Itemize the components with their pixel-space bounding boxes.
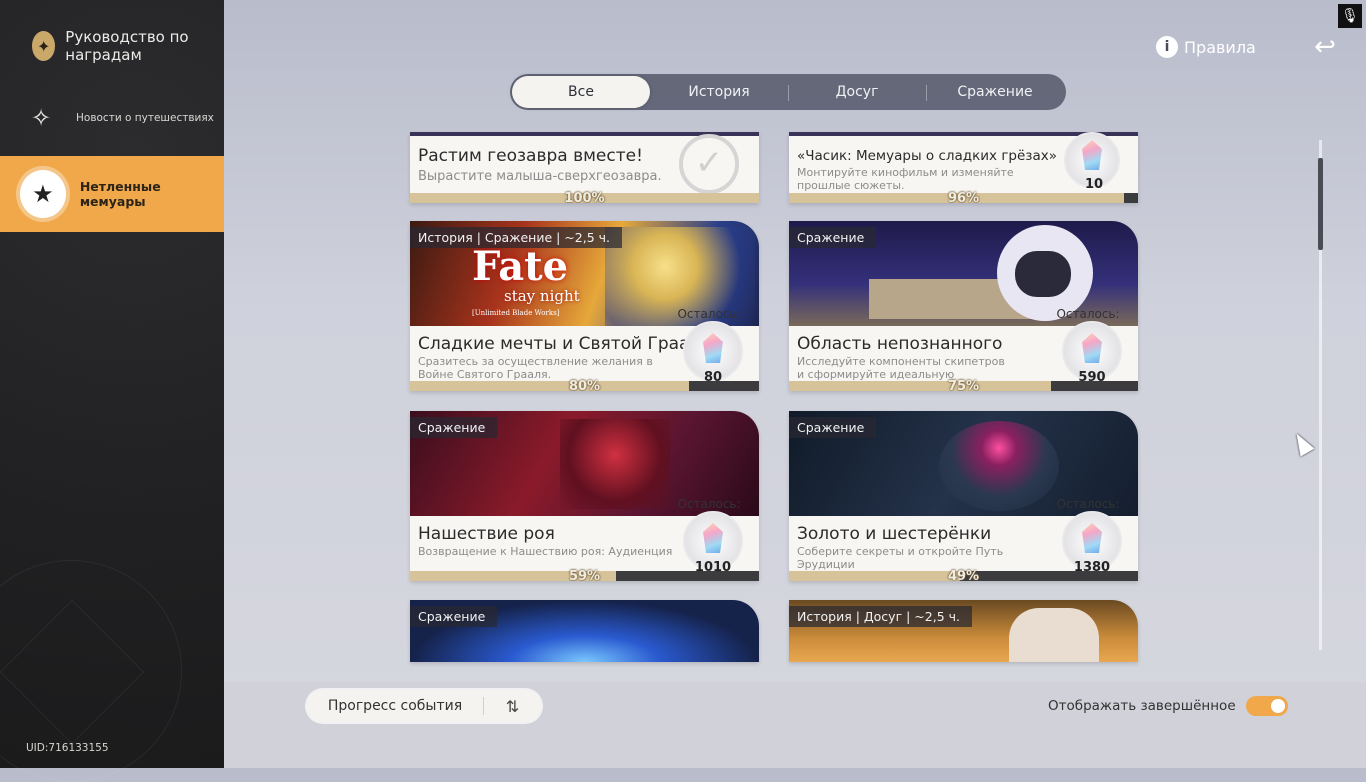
info-icon: i	[1156, 36, 1178, 58]
event-card[interactable]: Растим геозавра вместе! Вырастите малыша…	[410, 132, 759, 203]
crystal-gem-icon	[1082, 333, 1102, 363]
microphone-icon[interactable]: 🎙	[1338, 4, 1362, 28]
rules-button[interactable]: i Правила	[1156, 36, 1256, 58]
card-tags: Сражение	[789, 227, 877, 248]
remaining-label: Осталось:	[1056, 307, 1120, 321]
crystal-reward: 1380	[1062, 511, 1122, 575]
crystal-reward: 80	[683, 321, 743, 385]
event-card[interactable]: «Часик: Мемуары о сладких грёзах» Монтир…	[789, 132, 1138, 203]
tab-all[interactable]: Все	[512, 76, 650, 108]
toggle-knob	[1270, 699, 1285, 713]
card-title: Область непознанного	[797, 334, 1003, 354]
sidebar-item-label: Нетленные мемуары	[79, 179, 161, 209]
event-card[interactable]: История | Досуг | ~2,5 ч.	[789, 600, 1138, 662]
crystal-gem-icon	[703, 333, 723, 363]
scrollbar-thumb[interactable]	[1318, 158, 1323, 250]
sidebar-item-label: Новости о путешествиях	[76, 112, 214, 124]
card-title: Нашествие роя	[418, 524, 555, 544]
crystal-gem-icon	[1082, 140, 1102, 170]
machine-art	[939, 421, 1059, 511]
progress-percent: 75%	[947, 379, 980, 391]
progress-percent: 59%	[568, 569, 601, 581]
event-card[interactable]: Fate stay night [Unlimited Blade Works] …	[410, 221, 759, 391]
crystal-gem-icon	[703, 523, 723, 553]
remaining-label: Осталось:	[677, 307, 741, 321]
reward-display: Осталось: 1010	[677, 497, 743, 575]
show-completed-toggle[interactable]	[1245, 696, 1288, 716]
swarm-art	[560, 419, 670, 509]
card-tags: Сражение	[410, 417, 498, 438]
robot-face	[1015, 251, 1071, 297]
tab-story[interactable]: История	[650, 76, 788, 108]
crystal-reward: 590	[1062, 321, 1122, 385]
user-uid: UID:716133155	[26, 742, 109, 754]
remaining-label: Осталось:	[677, 497, 741, 511]
event-card[interactable]: Сражение Золото и шестерёнки Соберите се…	[789, 411, 1138, 581]
fate-logo-sub: stay night	[504, 287, 580, 305]
card-tags: История | Досуг | ~2,5 ч.	[789, 606, 972, 627]
event-card[interactable]: Сражение Область непознанного Исследуйте…	[789, 221, 1138, 391]
crystal-reward: 1010	[683, 511, 743, 575]
sidebar-title: ✦ Руководство по наградам	[32, 28, 224, 64]
reward-amount: 10	[1084, 177, 1104, 192]
card-description: Монтируйте кинофильм и изменяйте прошлые…	[797, 166, 1014, 192]
card-title: Золото и шестерёнки	[797, 524, 992, 544]
event-card[interactable]: Сражение	[410, 600, 759, 662]
signpost-icon: ✧	[30, 104, 52, 132]
category-tabs: Все История Досуг Сражение	[510, 74, 1066, 110]
card-description: Сразитесь за осуществление желания в Вой…	[418, 355, 653, 381]
crystal-gem-icon	[1082, 523, 1102, 553]
show-completed-label: Отображать завершённое	[1048, 698, 1236, 714]
mascot-art	[1009, 608, 1099, 662]
sidebar-item-travel-news[interactable]: ✧ Новости о путешествиях	[0, 94, 224, 142]
compass-star-icon: ✦	[32, 31, 56, 61]
sidebar: ✦ Руководство по наградам ✧ Новости о пу…	[0, 0, 224, 782]
rules-label: Правила	[1184, 37, 1256, 57]
card-title: «Часик: Мемуары о сладких грёзах»	[797, 148, 1057, 164]
show-completed-control: Отображать завершённое	[1048, 696, 1288, 716]
reward-display: Осталось: 1380	[1056, 497, 1122, 575]
progress-percent: 49%	[947, 569, 980, 581]
fate-logo-text: Fate	[472, 243, 569, 290]
card-tags: История | Сражение | ~2,5 ч.	[410, 227, 622, 248]
progress-percent: 80%	[568, 379, 601, 391]
sidebar-item-imperishable-memoirs[interactable]: ★ Нетленные мемуары	[0, 156, 224, 232]
tab-combat[interactable]: Сражение	[926, 76, 1064, 108]
tab-leisure[interactable]: Досуг	[788, 76, 926, 108]
sort-arrows-icon[interactable]: ⇅	[484, 697, 541, 716]
reward-display: Осталось: 590	[1056, 307, 1122, 385]
reward-display: 10	[1062, 132, 1122, 192]
sidebar-title-text: Руководство по наградам	[65, 28, 189, 64]
card-title: Сладкие мечты и Святой Грааль	[418, 334, 711, 354]
card-tags: Сражение	[410, 606, 498, 627]
progress-percent: 100%	[564, 191, 605, 203]
card-title: Растим геозавра вместе!	[418, 146, 643, 166]
event-card[interactable]: Сражение Нашествие роя Возвращение к Наш…	[410, 411, 759, 581]
card-description: Соберите секреты и откройте Путь Эрудици…	[797, 545, 1004, 571]
star-book-icon: ★	[20, 170, 66, 218]
remaining-label: Осталось:	[1056, 497, 1120, 511]
crystal-reward: 10	[1064, 132, 1120, 192]
card-description: Возвращение к Нашествию роя: Аудиенция	[418, 545, 673, 558]
mouse-cursor-icon	[1289, 429, 1315, 457]
card-tags: Сражение	[789, 417, 877, 438]
reward-display: Осталось: 80	[677, 307, 743, 385]
sort-label: Прогресс события	[327, 698, 463, 714]
card-description: Вырастите малыша-сверхгеозавра.	[418, 169, 662, 184]
progress-percent: 96%	[947, 191, 980, 203]
return-arrow-icon[interactable]: ↩	[1308, 32, 1342, 62]
completed-check-icon: ✓	[679, 134, 739, 194]
fate-logo-sub2: [Unlimited Blade Works]	[472, 309, 560, 317]
sort-dropdown[interactable]: Прогресс события ⇅	[307, 690, 541, 722]
